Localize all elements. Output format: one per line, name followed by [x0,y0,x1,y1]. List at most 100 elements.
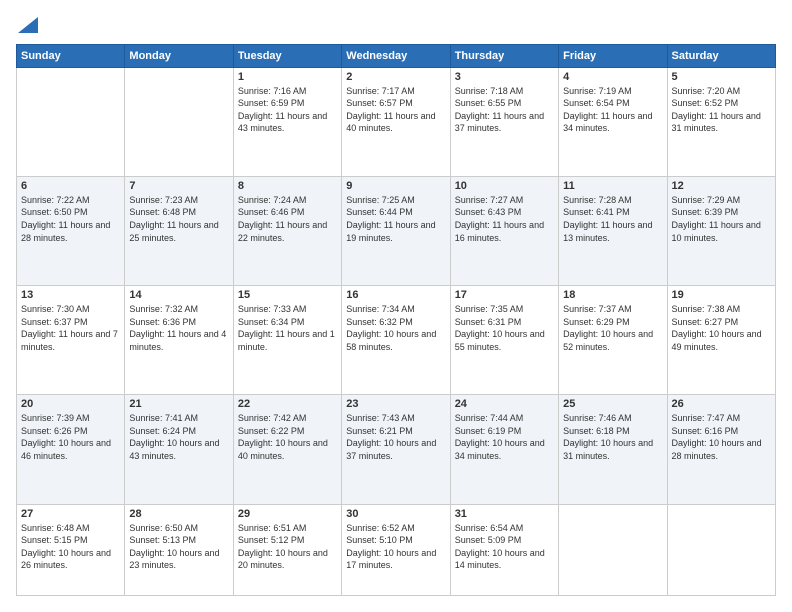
day-info: Sunrise: 7:24 AM Sunset: 6:46 PM Dayligh… [238,194,337,244]
day-number: 14 [129,289,228,301]
day-number: 20 [21,398,120,410]
calendar-cell: 17 Sunrise: 7:35 AM Sunset: 6:31 PM Dayli… [450,286,558,395]
day-info: Sunrise: 7:18 AM Sunset: 6:55 PM Dayligh… [455,85,554,135]
day-number: 11 [563,180,662,192]
calendar-week-row: 1 Sunrise: 7:16 AM Sunset: 6:59 PM Daylig… [17,67,776,176]
day-info: Sunrise: 7:22 AM Sunset: 6:50 PM Dayligh… [21,194,120,244]
calendar-cell: 8 Sunrise: 7:24 AM Sunset: 6:46 PM Daylig… [233,176,341,285]
calendar-cell: 21 Sunrise: 7:41 AM Sunset: 6:24 PM Dayli… [125,395,233,504]
weekday-header: Wednesday [342,44,450,67]
header [16,16,776,34]
day-number: 17 [455,289,554,301]
logo-icon [18,17,38,33]
calendar-cell: 28Sunrise: 6:50 AM Sunset: 5:13 PM Dayli… [125,504,233,595]
day-info: Sunrise: 7:41 AM Sunset: 6:24 PM Dayligh… [129,412,228,462]
calendar-cell [559,504,667,595]
calendar-cell: 4 Sunrise: 7:19 AM Sunset: 6:54 PM Daylig… [559,67,667,176]
calendar-cell: 27Sunrise: 6:48 AM Sunset: 5:15 PM Dayli… [17,504,125,595]
day-number: 23 [346,398,445,410]
calendar-cell: 3 Sunrise: 7:18 AM Sunset: 6:55 PM Daylig… [450,67,558,176]
calendar-cell: 9 Sunrise: 7:25 AM Sunset: 6:44 PM Daylig… [342,176,450,285]
day-number: 16 [346,289,445,301]
day-number: 21 [129,398,228,410]
calendar-cell: 16 Sunrise: 7:34 AM Sunset: 6:32 PM Dayli… [342,286,450,395]
calendar-cell: 18 Sunrise: 7:37 AM Sunset: 6:29 PM Dayli… [559,286,667,395]
calendar-cell [17,67,125,176]
calendar-cell: 5Sunrise: 7:20 AM Sunset: 6:52 PM Daylig… [667,67,775,176]
day-info: Sunrise: 7:29 AM Sunset: 6:39 PM Dayligh… [672,194,771,244]
day-number: 29 [238,508,337,520]
day-info: Sunrise: 7:43 AM Sunset: 6:21 PM Dayligh… [346,412,445,462]
calendar-week-row: 6Sunrise: 7:22 AM Sunset: 6:50 PM Daylig… [17,176,776,285]
day-info: Sunrise: 7:33 AM Sunset: 6:34 PM Dayligh… [238,303,337,353]
day-number: 19 [672,289,771,301]
calendar-table: SundayMondayTuesdayWednesdayThursdayFrid… [16,44,776,596]
calendar-cell: 24Sunrise: 7:44 AM Sunset: 6:19 PM Dayli… [450,395,558,504]
day-number: 7 [129,180,228,192]
day-number: 3 [455,71,554,83]
calendar-cell [125,67,233,176]
logo-text [16,16,40,34]
day-info: Sunrise: 7:32 AM Sunset: 6:36 PM Dayligh… [129,303,228,353]
day-info: Sunrise: 7:17 AM Sunset: 6:57 PM Dayligh… [346,85,445,135]
day-number: 30 [346,508,445,520]
day-number: 26 [672,398,771,410]
calendar-cell: 13 Sunrise: 7:30 AM Sunset: 6:37 PM Dayli… [17,286,125,395]
day-info: Sunrise: 6:51 AM Sunset: 5:12 PM Dayligh… [238,522,337,572]
day-number: 8 [238,180,337,192]
day-info: Sunrise: 7:30 AM Sunset: 6:37 PM Dayligh… [21,303,120,353]
day-number: 28 [129,508,228,520]
day-info: Sunrise: 7:34 AM Sunset: 6:32 PM Dayligh… [346,303,445,353]
calendar-cell: 2 Sunrise: 7:17 AM Sunset: 6:57 PM Daylig… [342,67,450,176]
day-number: 18 [563,289,662,301]
day-info: Sunrise: 7:35 AM Sunset: 6:31 PM Dayligh… [455,303,554,353]
day-number: 31 [455,508,554,520]
weekday-header: Tuesday [233,44,341,67]
weekday-header: Friday [559,44,667,67]
calendar-cell: 12 Sunrise: 7:29 AM Sunset: 6:39 PM Dayli… [667,176,775,285]
day-info: Sunrise: 7:38 AM Sunset: 6:27 PM Dayligh… [672,303,771,353]
calendar-week-row: 20Sunrise: 7:39 AM Sunset: 6:26 PM Dayli… [17,395,776,504]
day-info: Sunrise: 7:23 AM Sunset: 6:48 PM Dayligh… [129,194,228,244]
day-number: 27 [21,508,120,520]
calendar-week-row: 27Sunrise: 6:48 AM Sunset: 5:15 PM Dayli… [17,504,776,595]
day-info: Sunrise: 6:54 AM Sunset: 5:09 PM Dayligh… [455,522,554,572]
day-number: 12 [672,180,771,192]
day-number: 25 [563,398,662,410]
calendar-header-row: SundayMondayTuesdayWednesdayThursdayFrid… [17,44,776,67]
day-info: Sunrise: 7:25 AM Sunset: 6:44 PM Dayligh… [346,194,445,244]
day-number: 1 [238,71,337,83]
day-info: Sunrise: 7:42 AM Sunset: 6:22 PM Dayligh… [238,412,337,462]
day-number: 4 [563,71,662,83]
day-info: Sunrise: 6:52 AM Sunset: 5:10 PM Dayligh… [346,522,445,572]
calendar-cell: 1 Sunrise: 7:16 AM Sunset: 6:59 PM Daylig… [233,67,341,176]
day-info: Sunrise: 7:27 AM Sunset: 6:43 PM Dayligh… [455,194,554,244]
calendar-cell: 22 Sunrise: 7:42 AM Sunset: 6:22 PM Dayli… [233,395,341,504]
day-number: 10 [455,180,554,192]
day-number: 24 [455,398,554,410]
day-number: 22 [238,398,337,410]
calendar-cell: 14 Sunrise: 7:32 AM Sunset: 6:36 PM Dayli… [125,286,233,395]
calendar-cell: 10 Sunrise: 7:27 AM Sunset: 6:43 PM Dayli… [450,176,558,285]
calendar-cell: 20Sunrise: 7:39 AM Sunset: 6:26 PM Dayli… [17,395,125,504]
weekday-header: Sunday [17,44,125,67]
calendar-cell: 23 Sunrise: 7:43 AM Sunset: 6:21 PM Dayli… [342,395,450,504]
day-info: Sunrise: 7:20 AM Sunset: 6:52 PM Dayligh… [672,85,771,135]
calendar-week-row: 13 Sunrise: 7:30 AM Sunset: 6:37 PM Dayli… [17,286,776,395]
day-info: Sunrise: 7:16 AM Sunset: 6:59 PM Dayligh… [238,85,337,135]
day-info: Sunrise: 7:28 AM Sunset: 6:41 PM Dayligh… [563,194,662,244]
weekday-header: Saturday [667,44,775,67]
calendar-cell [667,504,775,595]
day-number: 13 [21,289,120,301]
day-number: 9 [346,180,445,192]
weekday-header: Monday [125,44,233,67]
calendar-cell: 26Sunrise: 7:47 AM Sunset: 6:16 PM Dayli… [667,395,775,504]
day-info: Sunrise: 7:37 AM Sunset: 6:29 PM Dayligh… [563,303,662,353]
calendar-cell: 19 Sunrise: 7:38 AM Sunset: 6:27 PM Dayli… [667,286,775,395]
day-info: Sunrise: 7:19 AM Sunset: 6:54 PM Dayligh… [563,85,662,135]
day-number: 2 [346,71,445,83]
calendar-cell: 29 Sunrise: 6:51 AM Sunset: 5:12 PM Dayli… [233,504,341,595]
calendar-cell: 6Sunrise: 7:22 AM Sunset: 6:50 PM Daylig… [17,176,125,285]
day-info: Sunrise: 7:46 AM Sunset: 6:18 PM Dayligh… [563,412,662,462]
calendar-cell: 15Sunrise: 7:33 AM Sunset: 6:34 PM Dayli… [233,286,341,395]
